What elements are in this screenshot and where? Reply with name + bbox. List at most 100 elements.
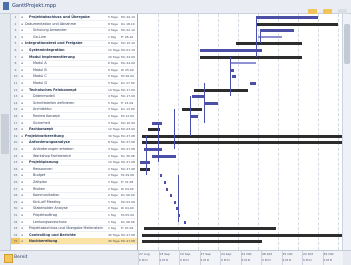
- task-mode-icon: ▪: [21, 81, 24, 85]
- summary-bar[interactable]: [256, 22, 338, 26]
- summary-bar[interactable]: [182, 108, 202, 112]
- summary-bar[interactable]: [200, 55, 302, 59]
- timescale-unit: 29 Okt S M D: [322, 251, 343, 265]
- task-name: Fachkonzept: [29, 127, 54, 132]
- task-mode-icon: ▪: [21, 34, 24, 39]
- dependency-link: [174, 109, 175, 149]
- summary-bar[interactable]: [194, 88, 248, 92]
- task-bar[interactable]: [160, 174, 162, 178]
- row-number: 34: [11, 231, 20, 238]
- row-number: 28: [11, 192, 20, 199]
- task-name: Budget: [33, 173, 46, 178]
- summary-bar[interactable]: [142, 233, 342, 237]
- task-mode-icon: ▪: [21, 166, 24, 171]
- task-start: Fr 21.09: [121, 100, 134, 105]
- summary-bar[interactable]: [140, 167, 150, 171]
- task-duration: 4 Tage: [108, 28, 118, 33]
- row-number: 17: [11, 119, 20, 126]
- task-bar[interactable]: [190, 115, 198, 118]
- task-start: Do 06.09: [121, 219, 135, 224]
- row-number: 33: [11, 225, 20, 232]
- row-number: 22: [11, 152, 20, 159]
- task-bar[interactable]: [256, 16, 318, 19]
- gridline: [318, 14, 319, 250]
- gridline: [298, 14, 299, 250]
- app-icon: [3, 2, 9, 10]
- timescale-days: S M D: [139, 258, 148, 262]
- task-start: Mo 22.10: [121, 28, 135, 33]
- task-bar[interactable]: [152, 121, 162, 125]
- task-bar[interactable]: [170, 194, 172, 198]
- task-bar[interactable]: [164, 181, 166, 184]
- gridline: [278, 14, 279, 250]
- task-mode-icon: ▪: [21, 87, 24, 92]
- timescale-unit: 10 Sep S M D: [179, 251, 199, 265]
- task-start: Mo 27.08: [121, 239, 135, 244]
- table-row[interactable]: 35 ▪ Nachbereitung 45 Tage Mo 27.08: [11, 238, 137, 246]
- task-bar[interactable]: [192, 95, 204, 99]
- task-start: Mo 27.08: [121, 147, 135, 151]
- timescale-days: S M D: [180, 258, 189, 262]
- task-name: Modul Implementierung: [29, 54, 75, 59]
- task-bar[interactable]: [204, 101, 218, 105]
- task-duration: 2 Tage: [108, 153, 118, 158]
- task-bar[interactable]: [230, 62, 256, 65]
- task-mode-icon: ▪: [21, 15, 24, 19]
- window-controls: [307, 2, 347, 17]
- summary-bar[interactable]: [142, 134, 342, 138]
- vertical-scrollbar[interactable]: [342, 14, 351, 250]
- timescale-date: 17 Sep: [200, 252, 211, 256]
- task-bar[interactable]: [166, 187, 168, 191]
- scrollbar-thumb[interactable]: [344, 24, 350, 64]
- task-bar[interactable]: [174, 200, 176, 204]
- gantt-chart[interactable]: [138, 14, 343, 250]
- task-name: Integrationstest und Freigabe: [25, 41, 83, 46]
- task-mode-icon: ▪: [21, 147, 24, 151]
- task-start: Do 18.10: [121, 21, 135, 26]
- row-number: 29: [11, 198, 20, 205]
- task-name: Lenkungsausschuss: [33, 219, 67, 224]
- task-duration: 8 Tage: [108, 140, 118, 145]
- task-duration: 3 Tage: [108, 107, 118, 112]
- task-bar[interactable]: [140, 161, 150, 165]
- task-bar[interactable]: [232, 75, 236, 79]
- task-name: Projektvorbereitung: [25, 133, 64, 138]
- task-start: Mo 27.08: [121, 166, 135, 171]
- timescale-days: S M D: [241, 258, 251, 262]
- task-duration: 20 Tage: [108, 54, 120, 59]
- task-start: Mi 12.09: [121, 114, 134, 118]
- task-start: Do 06.09: [121, 193, 135, 198]
- timescale-days: S M D: [282, 258, 292, 262]
- task-bar[interactable]: [258, 35, 282, 38]
- task-bar[interactable]: [200, 49, 262, 52]
- task-mode-icon: ▪: [21, 180, 24, 184]
- row-number: 25: [11, 172, 20, 179]
- summary-bar[interactable]: [142, 141, 342, 145]
- summary-bar[interactable]: [236, 42, 302, 46]
- task-mode-icon: ▪: [21, 153, 24, 158]
- row-number: 13: [11, 93, 20, 100]
- task-mode-icon: ▪: [21, 140, 24, 145]
- timescale-date: 24 Sep: [221, 252, 232, 256]
- row-number: 20: [11, 139, 20, 146]
- timescale-days: S M D: [221, 258, 230, 262]
- view-bar[interactable]: [0, 14, 11, 250]
- timescale-unit: 17 Sep S M D: [199, 251, 220, 265]
- task-duration: 2 Tage: [108, 166, 118, 171]
- task-start: Mo 17.09: [121, 94, 135, 99]
- task-start: Mo 17.09: [121, 87, 135, 92]
- task-bar[interactable]: [184, 220, 186, 224]
- task-name: Controlling und Berichte: [29, 232, 76, 237]
- summary-bar[interactable]: [144, 227, 276, 231]
- task-name: Datenmodell: [33, 94, 55, 99]
- timescale-date: 15 Okt: [282, 252, 293, 256]
- task-bar[interactable]: [152, 154, 176, 158]
- row-number: 30: [11, 205, 20, 212]
- task-duration: 3 Tage: [108, 120, 118, 125]
- task-bar[interactable]: [250, 82, 256, 85]
- task-start: Mo 27.08: [121, 133, 135, 138]
- task-name: Projektabschluss und Übergabe: [29, 15, 90, 19]
- summary-bar[interactable]: [142, 240, 262, 244]
- task-name: Anforderungsanalyse: [29, 140, 70, 145]
- task-bar[interactable]: [260, 29, 294, 33]
